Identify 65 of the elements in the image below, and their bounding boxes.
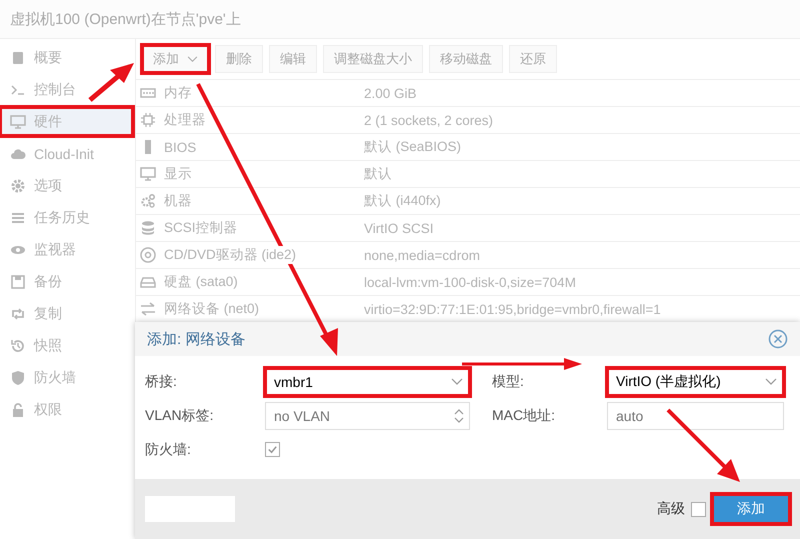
exchange-icon xyxy=(140,301,156,317)
field-label: 桥接: xyxy=(145,373,177,391)
sidebar-item[interactable]: Cloud-Init xyxy=(0,139,133,168)
hardware-value: VirtIO SCSI xyxy=(364,220,435,236)
checkmark-icon xyxy=(267,444,278,455)
hardware-value: 默认 xyxy=(364,165,393,183)
hardware-name: 处理器 xyxy=(164,111,206,129)
hardware-value: 2 (1 sockets, 2 cores) xyxy=(364,112,494,128)
input-field[interactable]: auto xyxy=(607,402,784,430)
monitor-icon xyxy=(10,114,26,130)
field-label: VLAN标签: xyxy=(145,407,214,425)
close-icon[interactable] xyxy=(768,329,788,349)
sidebar-item[interactable]: 防火墙 xyxy=(0,363,133,392)
hardware-name: CD/DVD驱动器 (ide2) xyxy=(164,246,296,264)
sidebar-item[interactable]: 权限 xyxy=(0,395,133,424)
toolbar-button[interactable]: 添加 xyxy=(142,45,209,73)
book-icon xyxy=(10,50,26,66)
hardware-value: 默认 (SeaBIOS) xyxy=(364,138,462,156)
settings-icon xyxy=(10,178,26,194)
hardware-value: local-lvm:vm-100-disk-0,size=704M xyxy=(364,274,577,290)
hardware-value: 默认 (i440fx) xyxy=(364,192,442,210)
lock-icon xyxy=(10,402,26,418)
hardware-name: 硬盘 (sata0) xyxy=(164,273,238,291)
field-label: 防火墙: xyxy=(145,440,191,458)
hardware-name: 内存 xyxy=(164,84,192,102)
checkbox[interactable] xyxy=(691,502,706,516)
checkbox[interactable] xyxy=(265,442,280,457)
chevron-down-icon xyxy=(765,378,777,386)
chip-icon xyxy=(140,112,156,128)
sidebar-item[interactable]: 备份 xyxy=(0,267,133,296)
sidebar-item[interactable]: 硬件 xyxy=(0,107,133,136)
sidebar-item[interactable]: 快照 xyxy=(0,331,133,360)
field-label: MAC地址: xyxy=(492,407,555,425)
spinner-arrows-icon[interactable] xyxy=(454,408,464,424)
disc-icon xyxy=(140,247,156,263)
spinner-field[interactable]: no VLAN xyxy=(265,402,470,430)
field-label: 模型: xyxy=(492,373,524,391)
hardware-name: SCSI控制器 xyxy=(164,219,238,237)
advanced-label: 高级 xyxy=(657,500,685,518)
sidebar-item[interactable]: 监视器 xyxy=(0,235,133,264)
hardware-name: 显示 xyxy=(164,165,192,183)
annotation-arrow xyxy=(88,63,134,102)
sidebar-item[interactable]: 概要 xyxy=(0,43,133,72)
dropdown-field[interactable]: VirtIO (半虚拟化) xyxy=(607,368,784,396)
chevron-down-icon xyxy=(451,378,463,386)
sidebar-item[interactable]: 控制台 xyxy=(0,75,133,104)
gears-icon xyxy=(140,193,156,209)
shield-icon xyxy=(10,370,26,386)
hardware-value: virtio=32:9D:77:1E:01:95,bridge=vmbr0,firewall=1 xyxy=(364,302,662,316)
loop-arrows-icon xyxy=(10,306,26,322)
hardware-name: 网络设备 (net0) xyxy=(164,300,260,318)
floppy-icon xyxy=(10,274,26,290)
monitor-icon xyxy=(140,166,156,182)
sidebar-item[interactable]: 任务历史 xyxy=(0,203,133,232)
history-icon xyxy=(10,338,26,354)
hardware-value: 2.00 GiB xyxy=(364,86,418,100)
hardware-value: none,media=cdrom xyxy=(364,248,481,262)
add-button[interactable]: 添加 xyxy=(712,494,790,524)
hardware-name: 机器 xyxy=(164,192,192,210)
hardware-name: BIOS xyxy=(164,140,196,154)
sidebar-item[interactable]: 复制 xyxy=(0,299,133,328)
dropdown-field[interactable]: vmbr1 xyxy=(265,368,470,396)
database-icon xyxy=(140,220,156,236)
dialog-title: 添加: 网络设备 xyxy=(147,330,246,348)
sidebar-item[interactable]: 选项 xyxy=(0,171,133,200)
